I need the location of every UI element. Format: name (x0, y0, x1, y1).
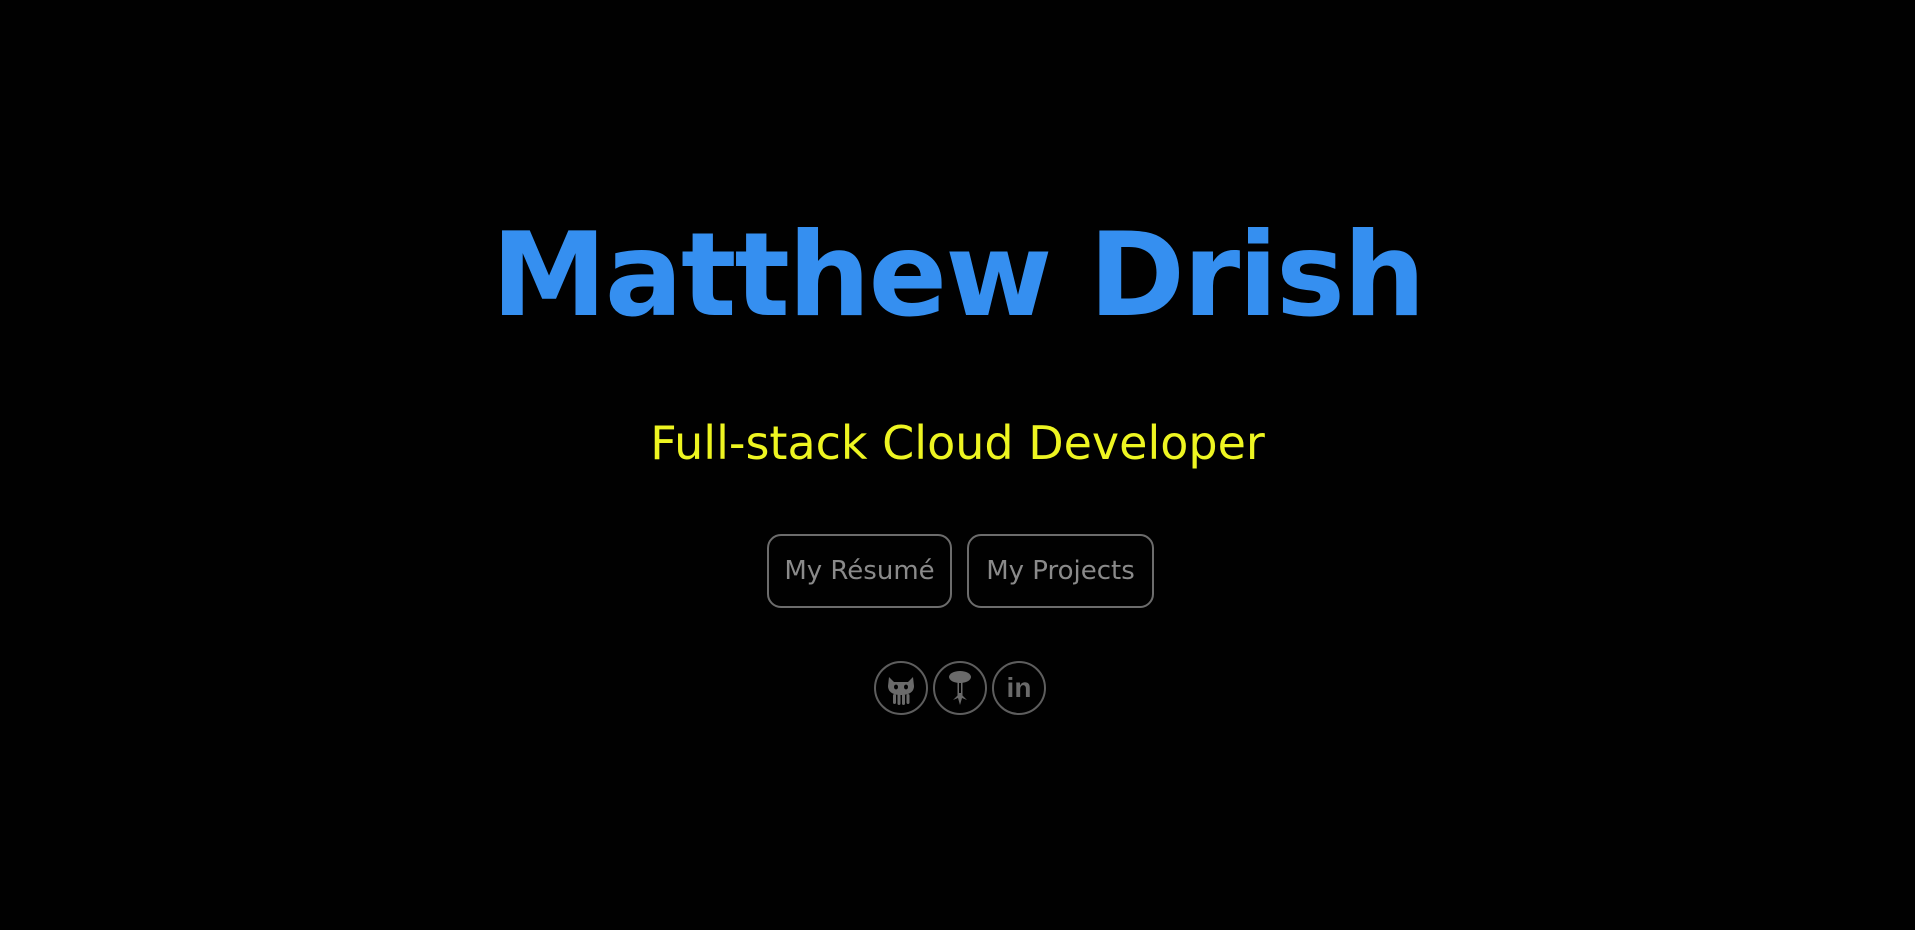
linkedin-link[interactable]: in (992, 661, 1046, 715)
hero-tagline: Full-stack Cloud Developer (650, 416, 1265, 470)
linkedin-icon-label: in (1007, 672, 1032, 703)
github-octocat-icon (888, 677, 914, 705)
github-link[interactable] (874, 661, 928, 715)
mushroom-cloud-blog-icon (949, 671, 971, 705)
projects-button[interactable]: My Projects (967, 534, 1154, 608)
blog-link[interactable] (933, 661, 987, 715)
linkedin-icon: in (1007, 672, 1032, 703)
hero-name: Matthew Drish (491, 208, 1425, 343)
landing-page: Matthew Drish Full-stack Cloud Developer… (0, 0, 1915, 930)
resume-button[interactable]: My Résumé (767, 534, 952, 608)
